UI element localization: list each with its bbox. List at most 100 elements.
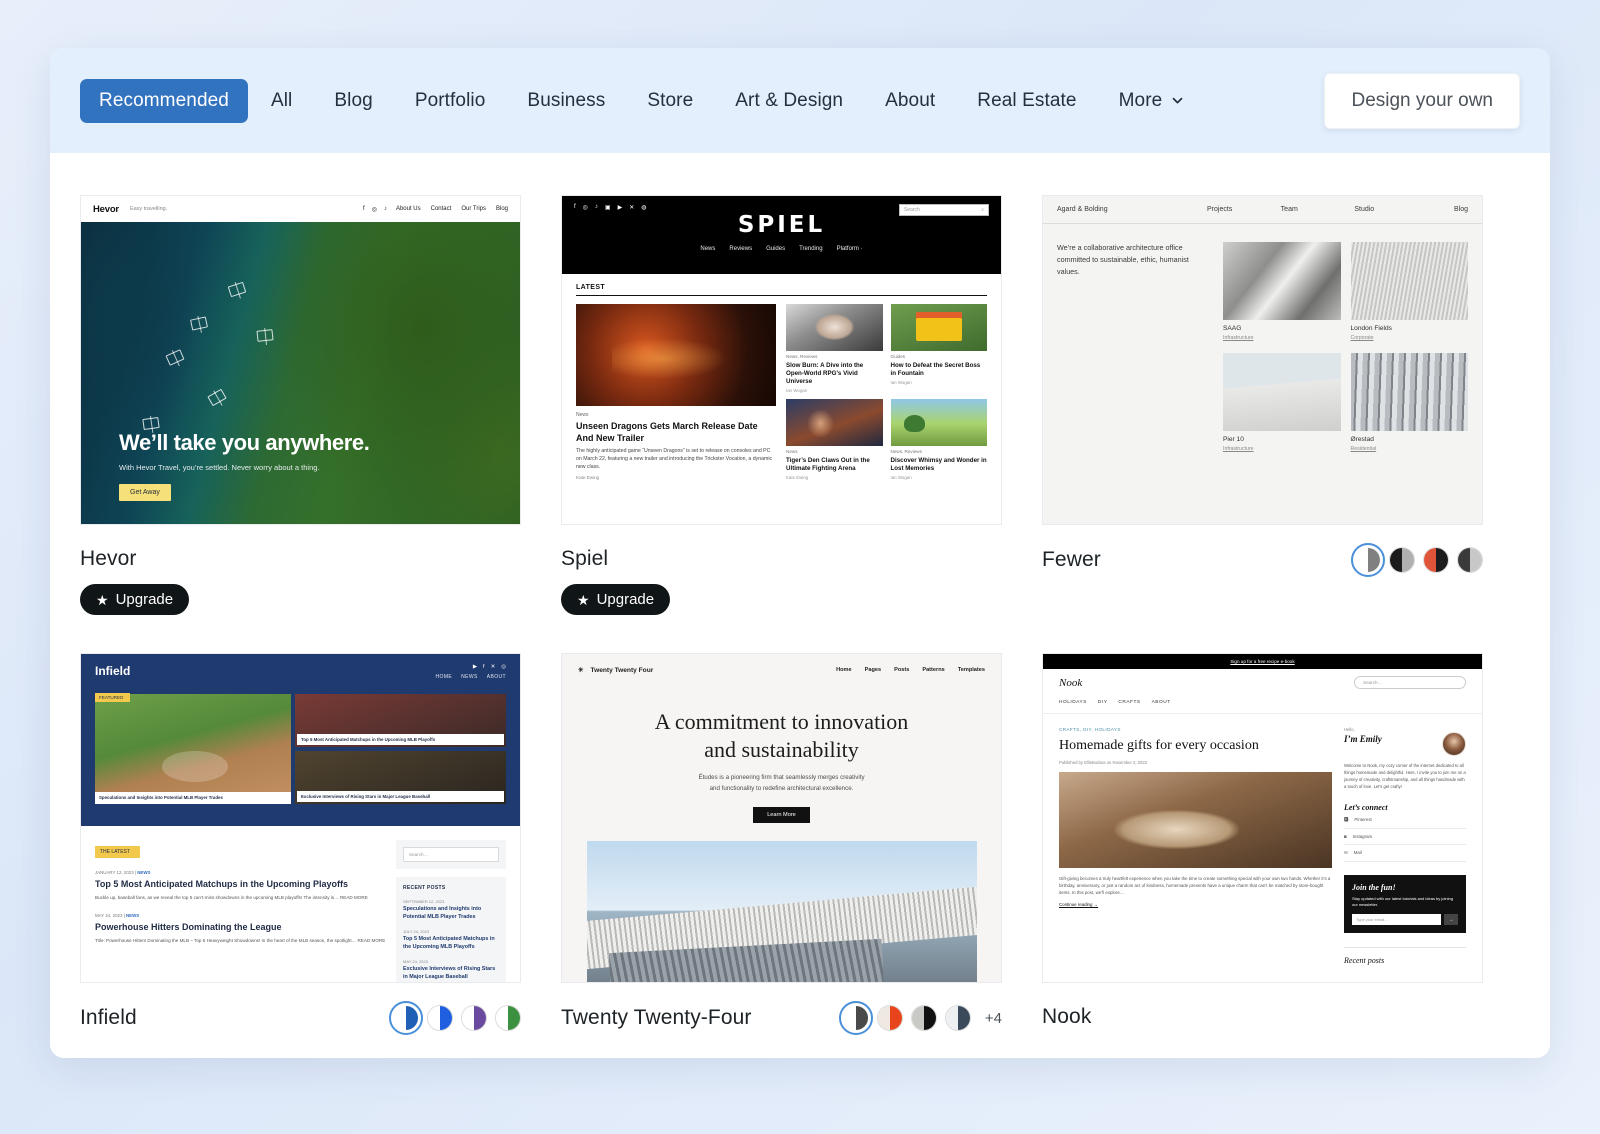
nook-post-title: Homemade gifts for every occasion bbox=[1059, 738, 1259, 753]
fewer-site-header: Agard & Bolding Projects Team Studio Blo… bbox=[1043, 196, 1482, 224]
tab-store[interactable]: Store bbox=[628, 79, 712, 123]
project-category: Infrastructure bbox=[1223, 446, 1254, 452]
baseball-field-image: Speculations and Insights into Potential… bbox=[95, 694, 291, 804]
theme-preview-spiel[interactable]: f ◎ ♪ ▣ ▶ ✕ ◍ Search ⌕ SPIEL News Reviews Guid… bbox=[561, 195, 1002, 525]
dragon-image bbox=[576, 304, 776, 406]
nook-nav-crafts: CRAFTS bbox=[1118, 700, 1141, 705]
nook-recent-posts-title: Recent posts bbox=[1344, 947, 1466, 965]
spiel-card-byline: Ian Wogan bbox=[890, 380, 912, 386]
side-card-title: Top 5 Most Anticipated Matchups in the U… bbox=[297, 734, 504, 745]
tt-nav-pages: Pages bbox=[864, 667, 882, 673]
color-swatch[interactable] bbox=[1457, 547, 1483, 573]
tab-recommended[interactable]: Recommended bbox=[80, 78, 248, 123]
spiel-nav-guides: Guides bbox=[766, 246, 786, 252]
spiel-hero-byline: Kate Ewing bbox=[576, 475, 600, 481]
infield-nav-wrap: ▶ f ✕ ◎ HOME NEWS ABOUT bbox=[436, 664, 506, 680]
hevor-hero-text: We’ll take you anywhere. With Hevor Trav… bbox=[119, 430, 370, 501]
hevor-site-header: Hevor Easy travelling. f ◎ ♪ About Us Cont… bbox=[81, 196, 520, 222]
upgrade-label: Upgrade bbox=[115, 591, 174, 608]
boat-shape bbox=[142, 416, 160, 431]
color-swatch[interactable] bbox=[944, 1005, 971, 1031]
spiel-search-box: Search ⌕ bbox=[899, 204, 989, 216]
infield-lower: THE LATEST JANUARY 12, 2023 | NEWS Top 5… bbox=[81, 826, 520, 982]
color-swatches bbox=[389, 1001, 521, 1035]
theme-grid: Hevor Easy travelling. f ◎ ♪ About Us Cont… bbox=[80, 195, 1520, 1058]
color-swatch[interactable] bbox=[1423, 547, 1449, 573]
project-category: Residential bbox=[1350, 446, 1377, 452]
nook-nav-about: ABOUT bbox=[1151, 700, 1171, 705]
theme-preview-hevor[interactable]: Hevor Easy travelling. f ◎ ♪ About Us Cont… bbox=[80, 195, 521, 525]
spiel-card-title: Discover Whimsy and Wonder in Lost Memor… bbox=[890, 457, 987, 473]
color-swatch[interactable] bbox=[495, 1005, 521, 1031]
pinterest-icon: 🅿 bbox=[1344, 816, 1349, 822]
lego-character-image bbox=[890, 304, 987, 351]
theme-name: Nook bbox=[1042, 1005, 1092, 1028]
extra-swatch-count[interactable]: +4 bbox=[985, 1010, 1002, 1027]
newsletter-submit-button: → bbox=[1444, 914, 1458, 926]
theme-preview-fewer[interactable]: Agard & Bolding Projects Team Studio Blo… bbox=[1042, 195, 1483, 525]
tab-more[interactable]: More bbox=[1100, 79, 1204, 123]
spiel-card-byline: Kate Ewing bbox=[786, 475, 809, 481]
recent-posts-title: RECENT POSTS bbox=[403, 885, 446, 891]
category-list: Recommended All Blog Portfolio Business … bbox=[80, 78, 1204, 123]
spiel-hero-article: News Unseen Dragons Gets March Release D… bbox=[576, 304, 776, 480]
nook-post-meta: Published by EllieBodara on November 2, … bbox=[1059, 760, 1147, 766]
color-swatch[interactable] bbox=[910, 1005, 937, 1031]
theme-name: Twenty Twenty-Four bbox=[561, 1006, 752, 1029]
youtube-icon: ▶ bbox=[472, 664, 478, 670]
spiel-card-kicker: News, Reviews bbox=[890, 449, 922, 455]
theme-preview-twenty-twenty-four[interactable]: ✳ Twenty Twenty Four Home Pages Posts Pa… bbox=[561, 653, 1002, 983]
tab-all[interactable]: All bbox=[252, 79, 311, 123]
project-image-saag bbox=[1223, 242, 1341, 320]
color-swatch[interactable] bbox=[876, 1005, 903, 1031]
spiel-site-header: f ◎ ♪ ▣ ▶ ✕ ◍ Search ⌕ SPIEL News Reviews Guid… bbox=[562, 196, 1001, 274]
recent-post-date: SEPTEMBER 12, 2023 bbox=[403, 899, 445, 904]
nook-author-row: I’m Emily bbox=[1344, 732, 1466, 756]
nook-post-excerpt: Gift-giving becomes a truly heartfelt ex… bbox=[1059, 876, 1331, 896]
tab-business[interactable]: Business bbox=[508, 79, 624, 123]
post-meta: MAY 24, 2023 | NEWS bbox=[95, 913, 140, 919]
theme-preview-nook[interactable]: Sign up for a free recipe e-book Nook Se… bbox=[1042, 653, 1483, 983]
fewer-nav-blog: Blog bbox=[1454, 206, 1469, 213]
color-swatch[interactable] bbox=[461, 1005, 487, 1031]
nook-connect-item: ✉ Mail bbox=[1344, 845, 1466, 862]
color-swatch[interactable] bbox=[1389, 547, 1415, 573]
tab-art-and-design[interactable]: Art & Design bbox=[716, 79, 862, 123]
upgrade-badge[interactable]: ★ Upgrade bbox=[80, 584, 190, 615]
nook-newsletter-box: Join the fun! Stay updated with our late… bbox=[1344, 874, 1466, 934]
tab-real-estate[interactable]: Real Estate bbox=[958, 79, 1095, 123]
tab-about[interactable]: About bbox=[866, 79, 954, 123]
theme-card-twenty-twenty-four: ✳ Twenty Twenty Four Home Pages Posts Pa… bbox=[561, 653, 1002, 1035]
spiel-article-card: News, Reviews Discover Whimsy and Wonder… bbox=[890, 399, 987, 480]
fewer-project-grid: SAAG Infrastructure London Fields Corpor… bbox=[1223, 242, 1468, 452]
color-swatch[interactable] bbox=[1351, 543, 1385, 577]
nook-nav-diy: DIY bbox=[1097, 700, 1108, 705]
nook-read-more: Continue reading → bbox=[1059, 902, 1099, 908]
threads-icon: ◍ bbox=[641, 205, 647, 211]
nook-author-name: I’m Emily bbox=[1344, 734, 1382, 744]
infield-site-header: Infield ▶ f ✕ ◎ HOME NEWS ABOUT FEATURED… bbox=[81, 654, 520, 826]
featured-badge: FEATURED bbox=[95, 693, 131, 702]
project-name: London Fields bbox=[1350, 325, 1392, 332]
color-swatch[interactable] bbox=[838, 1001, 873, 1035]
chevron-down-icon bbox=[1171, 94, 1184, 107]
tt-hero: A commitment to innovation and sustainab… bbox=[578, 708, 985, 824]
upgrade-badge[interactable]: ★ Upgrade bbox=[561, 584, 671, 615]
color-swatch[interactable] bbox=[389, 1001, 423, 1035]
theme-preview-infield[interactable]: Infield ▶ f ✕ ◎ HOME NEWS ABOUT FEATURED… bbox=[80, 653, 521, 983]
infield-sidebar: Search… RECENT POSTS SEPTEMBER 12, 2023 … bbox=[396, 840, 506, 982]
tab-blog[interactable]: Blog bbox=[315, 79, 391, 123]
tab-portfolio[interactable]: Portfolio bbox=[396, 79, 505, 123]
spiel-hero-kicker: News bbox=[576, 412, 589, 418]
instagram-icon: ◙ bbox=[1344, 833, 1347, 839]
infield-search-widget: Search… bbox=[396, 840, 506, 869]
youtube-icon: ▶ bbox=[617, 205, 623, 211]
connect-label: Mail bbox=[1353, 850, 1362, 856]
spiel-card-kicker: News, Reviews bbox=[786, 354, 818, 359]
spiel-article-grid: News, Reviews Slow Burn: A Dive into the… bbox=[786, 304, 987, 480]
nook-bio: Welcome to Nook, my cozy corner of the i… bbox=[1344, 763, 1466, 790]
design-your-own-button[interactable]: Design your own bbox=[1324, 72, 1520, 129]
hevor-subheadline: With Hevor Travel, you’re settled. Never… bbox=[119, 463, 320, 472]
color-swatch[interactable] bbox=[427, 1005, 453, 1031]
tt-headline-line2: and sustainability bbox=[704, 736, 859, 762]
